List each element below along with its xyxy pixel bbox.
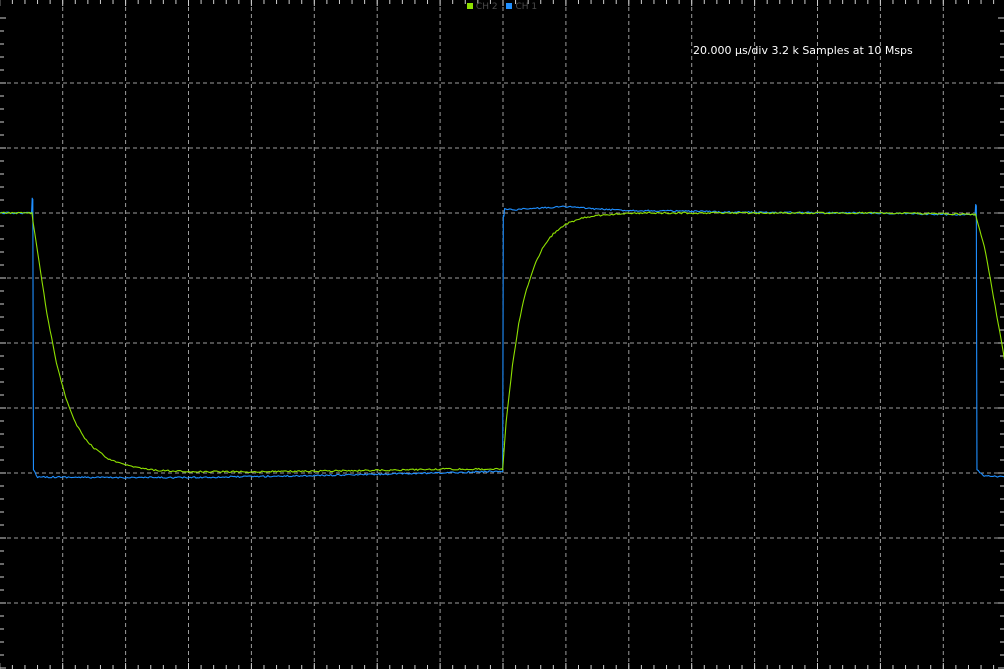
plot-background	[0, 0, 1004, 669]
ch2-swatch-icon	[466, 3, 473, 9]
legend-item-ch1[interactable]: CH 1	[506, 2, 537, 12]
legend-label-ch1: CH 1	[515, 2, 538, 12]
ch1-swatch-icon	[506, 3, 513, 9]
oscilloscope-display	[0, 0, 1004, 669]
legend-item-ch2[interactable]: CH 2	[466, 2, 498, 12]
legend-label-ch2: CH 2	[475, 2, 498, 12]
legend: CH 2 CH 1	[0, 2, 1004, 12]
timebase-readout: 20.000 µs/div 3.2 k Samples at 10 Msps	[693, 44, 913, 57]
